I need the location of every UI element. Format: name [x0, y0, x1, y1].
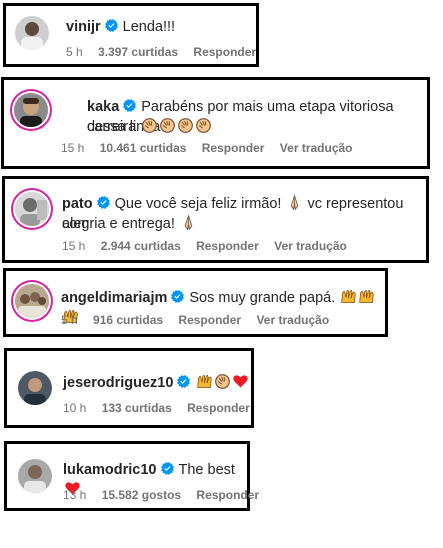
like-count[interactable]: 916 curtidas [93, 313, 163, 327]
verified-badge-icon [171, 290, 184, 303]
clap-emoji [195, 117, 212, 134]
comment-body: alegria e entrega! [62, 216, 175, 232]
comment-card: pato Que você seja feliz irmão! vc repres… [2, 176, 429, 263]
timestamp: 15 h [61, 141, 85, 155]
avatar[interactable] [18, 371, 52, 405]
translate-button[interactable]: Ver tradução [280, 141, 353, 155]
reply-button[interactable]: Responder [187, 401, 250, 415]
clap-emoji [159, 117, 176, 134]
timestamp: 10 h [63, 401, 87, 415]
comment-meta: 5 h 3.397 curtidas Responder [66, 44, 268, 60]
comment-card: lukamodric10 The best 13 h 15.582 gostos … [4, 441, 259, 511]
comment-body: Que você seja feliz irmão! [114, 196, 282, 212]
reply-button[interactable]: Responder [178, 313, 241, 327]
timestamp: 5 h [66, 45, 83, 59]
pray-emoji [180, 214, 197, 231]
username[interactable]: jeserodriguez10 [63, 375, 173, 391]
username[interactable]: pato [62, 196, 93, 212]
comment-body: carreira [87, 119, 137, 135]
pray-emoji [286, 194, 303, 211]
verified-badge-icon [177, 375, 190, 388]
comment-text-continued: carreira [87, 117, 212, 137]
like-count[interactable]: 10.461 curtidas [100, 141, 187, 155]
heart-emoji [232, 373, 249, 390]
like-count[interactable]: 15.582 gostos [102, 488, 181, 502]
comment-body: The best [178, 462, 235, 478]
comment-meta: 5 h 916 curtidas Responder Ver tradução [61, 312, 341, 328]
comment-meta: 13 h 15.582 gostos Responder [63, 487, 271, 503]
comment-card: kaka Parabéns por mais uma etapa vitorios… [1, 77, 430, 169]
like-count[interactable]: 133 curtidas [102, 401, 172, 415]
username[interactable]: vinijr [66, 19, 101, 35]
comment-body: Lenda!!! [122, 19, 176, 35]
avatar[interactable] [15, 192, 49, 226]
verified-badge-icon [123, 99, 136, 112]
username[interactable]: kaka [87, 99, 119, 115]
username[interactable]: lukamodric10 [63, 462, 157, 478]
reply-button[interactable]: Responder [196, 488, 259, 502]
timestamp: 13 h [63, 488, 87, 502]
comment-card: vinijr Lenda!!! 5 h 3.397 curtidas Respon… [3, 3, 259, 67]
comment-text-continued: alegria e entrega! [62, 214, 197, 234]
timestamp: 5 h [61, 313, 78, 327]
comment-meta: 15 h 2.944 curtidas Responder Ver traduç… [62, 238, 359, 254]
comment-card: angeldimariajm Sos muy grande papá. 5 h 9… [3, 268, 388, 337]
avatar[interactable] [14, 93, 48, 127]
clap-emoji [141, 117, 158, 134]
avatar[interactable] [15, 284, 49, 318]
reply-button[interactable]: Responder [193, 45, 256, 59]
clap-emoji [177, 117, 194, 134]
avatar[interactable] [15, 16, 49, 50]
verified-badge-icon [97, 196, 110, 209]
translate-button[interactable]: Ver tradução [256, 313, 329, 327]
comment-meta: 10 h 133 curtidas Responder [63, 400, 262, 416]
username[interactable]: angeldimariajm [61, 290, 167, 306]
comment-text: vinijr Lenda!!! [66, 17, 175, 37]
raised-hands-emoji [196, 373, 213, 390]
reply-button[interactable]: Responder [202, 141, 265, 155]
raised-hands-emoji [358, 288, 375, 305]
clap-emoji [214, 373, 231, 390]
raised-hands-emoji [340, 288, 357, 305]
verified-badge-icon [161, 462, 174, 475]
comment-body: Sos muy grande papá. [189, 290, 336, 306]
reply-button[interactable]: Responder [196, 239, 259, 253]
like-count[interactable]: 2.944 curtidas [101, 239, 181, 253]
timestamp: 15 h [62, 239, 86, 253]
translate-button[interactable]: Ver tradução [274, 239, 347, 253]
comment-card: jeserodriguez10 10 h 133 curtidas Respon… [4, 348, 254, 428]
comment-text: jeserodriguez10 [63, 373, 249, 393]
verified-badge-icon [105, 19, 118, 32]
avatar[interactable] [18, 459, 52, 493]
comment-meta: 15 h 10.461 curtidas Responder Ver tradu… [61, 140, 365, 156]
like-count[interactable]: 3.397 curtidas [98, 45, 178, 59]
